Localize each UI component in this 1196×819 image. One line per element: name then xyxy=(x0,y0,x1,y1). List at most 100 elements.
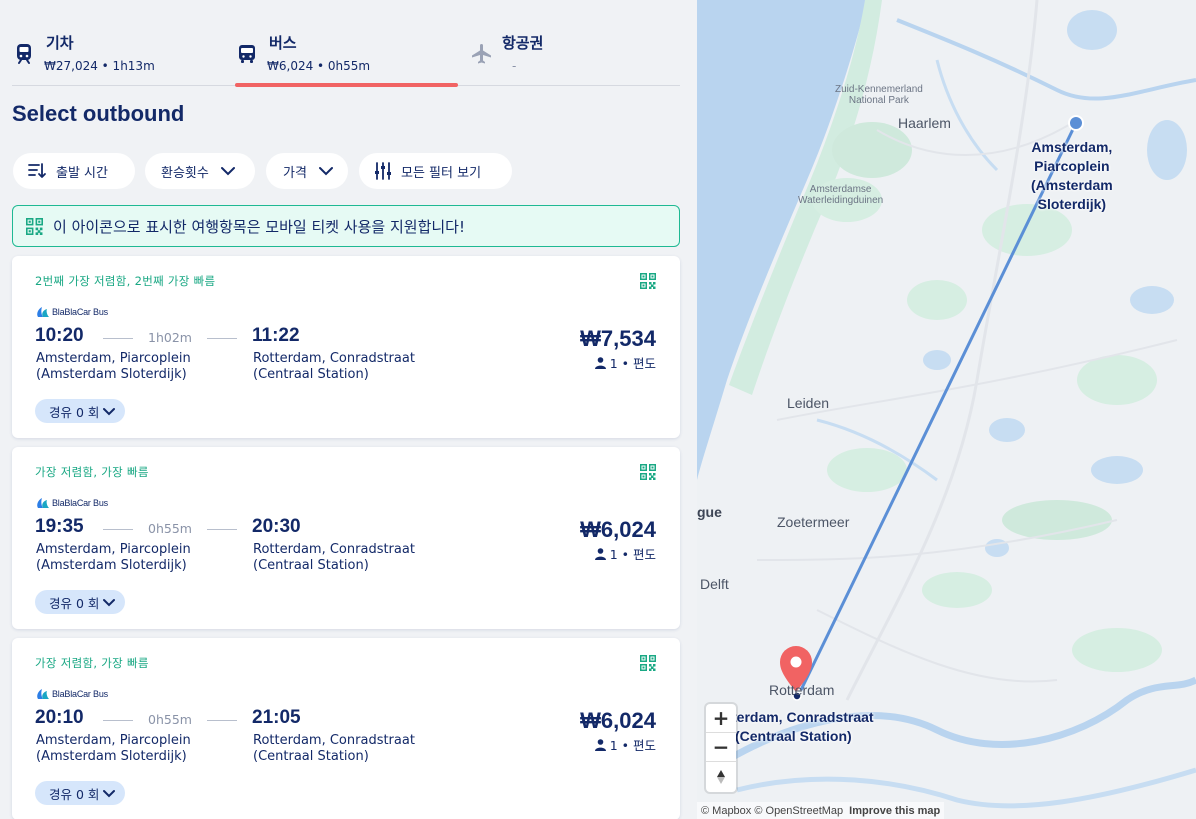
departure-time: 19:35 xyxy=(35,516,84,537)
stops-label: 경유 0 회 xyxy=(49,404,100,420)
arrival-time: 20:30 xyxy=(252,516,301,537)
blablacar-logo-icon xyxy=(37,307,49,317)
passenger-info: 1 • 편도 xyxy=(594,544,656,563)
stops-toggle-button[interactable]: 경유 0 회 xyxy=(35,590,126,614)
mobile-ticket-notice: 이 아이콘으로 표시한 여행항목은 모바일 티켓 사용을 지원합니다! xyxy=(12,205,680,247)
transfers-filter-dropdown[interactable]: 환승횟수 xyxy=(145,153,255,189)
all-filters-label: 모든 필터 보기 xyxy=(401,165,482,181)
park-area xyxy=(1072,628,1162,672)
map-attribution: © Mapbox © OpenStreetMap Improve this ma… xyxy=(697,802,945,819)
stops-label: 경유 0 회 xyxy=(49,595,100,611)
all-filters-button[interactable]: 모든 필터 보기 xyxy=(359,153,512,189)
map-attribution-text[interactable]: © Mapbox © OpenStreetMap xyxy=(701,805,843,817)
operator-name: BlaBlaCar Bus xyxy=(52,498,108,508)
tab-train-label: 기차 xyxy=(46,34,74,52)
sort-departure-time-label: 출발 시간 xyxy=(56,165,108,181)
person-icon xyxy=(594,547,606,560)
arrival-station-detail: (Centraal Station) xyxy=(253,749,369,764)
tab-flight-summary: - xyxy=(512,59,517,73)
lake xyxy=(1130,286,1174,314)
result-card[interactable]: 가장 저렴함, 가장 빠름 BlaBlaCar Bus 20:10 0h55m … xyxy=(12,638,680,819)
chevron-down-icon xyxy=(103,407,116,415)
result-card[interactable]: 2번째 가장 저렴함, 2번째 가장 빠름 BlaBlaCar Bus 10:2… xyxy=(12,256,680,438)
origin-marker[interactable] xyxy=(1068,115,1084,131)
passenger-info: 1 • 편도 xyxy=(594,735,656,754)
blablacar-logo-icon xyxy=(37,498,49,508)
tab-train-summary: ₩27,024 • 1h13m xyxy=(44,59,155,73)
qr-code-icon xyxy=(640,273,656,289)
duration-line xyxy=(207,529,237,530)
park-area xyxy=(1077,355,1157,405)
duration-line xyxy=(103,720,133,721)
park-area xyxy=(827,448,907,492)
bus-icon xyxy=(235,42,259,66)
operator-logo: BlaBlaCar Bus xyxy=(36,305,108,319)
operator-logo: BlaBlaCar Bus xyxy=(36,496,108,510)
departure-station-name: Amsterdam, Piarcoplein xyxy=(36,542,191,557)
departure-station-name: Amsterdam, Piarcoplein xyxy=(36,733,191,748)
duration-line xyxy=(207,338,237,339)
origin-station-label-line: Sloterdijk) xyxy=(1037,196,1107,212)
departure-station: Amsterdam, Piarcoplein (Amsterdam Sloterd… xyxy=(36,733,236,765)
result-card[interactable]: 가장 저렴함, 가장 빠름 BlaBlaCar Bus 19:35 0h55m … xyxy=(12,447,680,629)
operator-logo: BlaBlaCar Bus xyxy=(36,687,108,701)
arrival-time: 21:05 xyxy=(252,707,301,728)
tab-flight[interactable]: 항공권 - xyxy=(458,32,658,86)
result-tag: 가장 저렴함, 가장 빠름 xyxy=(35,465,149,479)
page-title: Select outbound xyxy=(12,101,185,126)
compass-icon xyxy=(717,769,725,784)
airplane-icon xyxy=(470,42,494,66)
blablacar-logo-icon xyxy=(37,689,49,699)
results-panel: 기차 ₩27,024 • 1h13m 버스 ₩6,024 • 0h55m 항공권… xyxy=(0,0,697,819)
departure-station-detail: (Amsterdam Sloterdijk) xyxy=(36,367,187,382)
improve-map-link[interactable]: Improve this map xyxy=(849,805,940,817)
chevron-down-icon xyxy=(103,789,116,797)
person-icon xyxy=(594,356,606,369)
map-place-label: Zoetermeer xyxy=(777,514,850,530)
arrival-time: 11:22 xyxy=(252,325,300,346)
park-area xyxy=(922,572,992,608)
arrival-station-name: Rotterdam, Conradstraat xyxy=(253,351,415,366)
zoom-in-button[interactable]: + xyxy=(706,704,736,733)
departure-station-detail: (Amsterdam Sloterdijk) xyxy=(36,558,187,573)
arrival-station: Rotterdam, Conradstraat (Centraal Station… xyxy=(253,351,453,383)
departure-station: Amsterdam, Piarcoplein (Amsterdam Sloterd… xyxy=(36,351,236,383)
arrival-station: Rotterdam, Conradstraat (Centraal Station… xyxy=(253,542,453,574)
chevron-down-icon xyxy=(103,598,116,606)
qr-code-icon xyxy=(26,217,43,235)
stops-toggle-button[interactable]: 경유 0 회 xyxy=(35,781,126,805)
tab-flight-label: 항공권 xyxy=(502,34,544,52)
price: ₩6,024 xyxy=(580,517,656,542)
arrival-station-detail: (Centraal Station) xyxy=(253,367,369,382)
stops-toggle-button[interactable]: 경유 0 회 xyxy=(35,399,126,423)
price: ₩7,534 xyxy=(580,326,656,351)
stops-label: 경유 0 회 xyxy=(49,786,100,802)
active-tab-indicator xyxy=(235,83,458,87)
trip-duration: 1h02m xyxy=(148,330,192,345)
origin-station-label-line: Piarcoplein xyxy=(1034,158,1110,174)
zoom-out-button[interactable]: − xyxy=(706,733,736,762)
duration-line xyxy=(207,720,237,721)
tab-bus-label: 버스 xyxy=(269,34,297,52)
tab-bus[interactable]: 버스 ₩6,024 • 0h55m xyxy=(235,32,458,87)
route-map[interactable]: Zuid-Kennemerland National Park Haarlem A… xyxy=(697,0,1196,819)
departure-time: 10:20 xyxy=(35,325,84,346)
qr-code-icon xyxy=(640,655,656,671)
chevron-down-icon xyxy=(318,167,333,176)
train-icon xyxy=(12,42,36,66)
sort-departure-time-button[interactable]: 출발 시간 xyxy=(13,153,135,189)
trip-duration: 0h55m xyxy=(148,521,192,536)
tab-train[interactable]: 기차 ₩27,024 • 1h13m xyxy=(12,32,212,86)
trip-duration: 0h55m xyxy=(148,712,192,727)
transfers-filter-label: 환승횟수 xyxy=(161,165,209,181)
mobile-ticket-notice-text: 이 아이콘으로 표시한 여행항목은 모바일 티켓 사용을 지원합니다! xyxy=(53,217,465,236)
map-place-label: Leiden xyxy=(787,395,830,411)
compass-button[interactable] xyxy=(706,762,736,791)
origin-station-label-line: (Amsterdam xyxy=(1031,177,1113,193)
map-place-label: Amsterdamse Waterleidingduinen xyxy=(798,184,884,206)
lake xyxy=(1067,10,1117,50)
lake xyxy=(1147,120,1187,180)
price-filter-dropdown[interactable]: 가격 xyxy=(266,153,348,189)
arrival-station-detail: (Centraal Station) xyxy=(253,558,369,573)
park-area xyxy=(907,280,967,320)
